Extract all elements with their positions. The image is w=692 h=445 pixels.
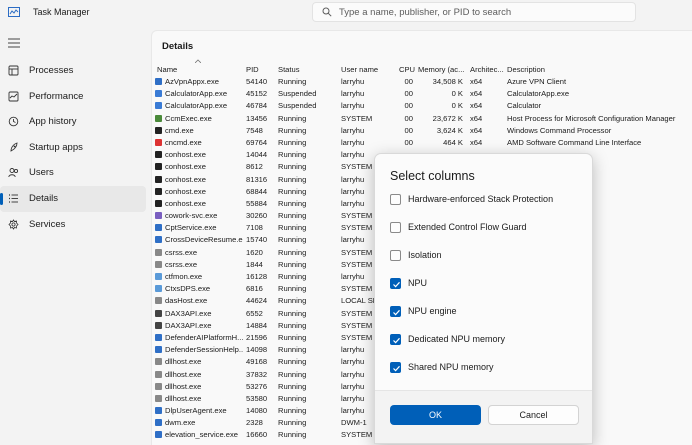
checkbox[interactable] (390, 362, 401, 373)
dialog-footer: OK Cancel (375, 390, 592, 443)
checkmark-icon (393, 337, 400, 344)
checkbox-label: Extended Control Flow Guard (408, 222, 527, 232)
checkmark-icon (393, 281, 400, 288)
checkbox-label: NPU engine (408, 306, 457, 316)
checkbox-label: Dedicated NPU memory (408, 334, 506, 344)
checkbox[interactable] (390, 278, 401, 289)
ok-button[interactable]: OK (390, 405, 481, 425)
checkbox-label: Isolation (408, 250, 442, 260)
checkbox[interactable] (390, 250, 401, 261)
checkbox-label: NPU (408, 278, 428, 288)
checkbox[interactable] (390, 334, 401, 345)
checkmark-icon (393, 309, 400, 316)
dialog-title: Select columns (390, 169, 475, 183)
checkmark-icon (393, 365, 400, 372)
select-columns-dialog: Select columns Hardware-enforced Stack P… (374, 153, 593, 444)
checkbox[interactable] (390, 306, 401, 317)
checkbox[interactable] (390, 194, 401, 205)
cancel-button[interactable]: Cancel (488, 405, 579, 425)
checkbox[interactable] (390, 222, 401, 233)
checkbox-label: Shared NPU memory (408, 362, 494, 372)
checkbox-label: Hardware-enforced Stack Protection (408, 194, 554, 204)
